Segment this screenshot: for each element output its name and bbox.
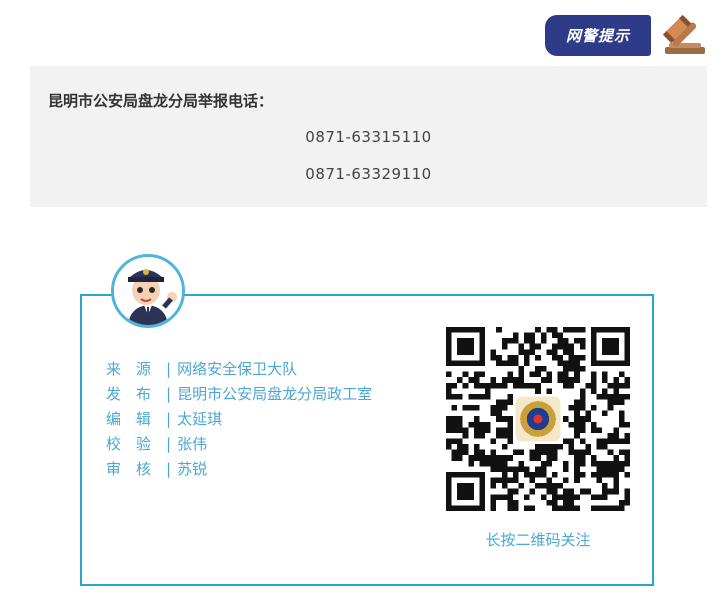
- credit-separator: |: [166, 359, 172, 378]
- report-title: 昆明市公安局盘龙分局举报电话：: [48, 92, 274, 110]
- qr-caption: 长按二维码关注: [485, 531, 591, 549]
- credits-list: 来 源 | 网络安全保卫大队 发 布 | 昆明市公安局盘龙分局政工室 编 辑 |…: [106, 356, 372, 481]
- alert-banner: 网警提示: [545, 15, 715, 57]
- credit-value: 昆明市公安局盘龙分局政工室: [177, 385, 373, 403]
- credit-label: 来 源: [106, 360, 152, 378]
- police-avatar-icon: [111, 254, 185, 328]
- credit-row: 校 验 | 张伟: [106, 431, 372, 456]
- credit-separator: |: [166, 459, 172, 478]
- credit-row: 审 核 | 苏锐: [106, 456, 372, 481]
- credit-value: 太延琪: [177, 410, 223, 428]
- credit-label: 校 验: [106, 435, 152, 453]
- credit-row: 发 布 | 昆明市公安局盘龙分局政工室: [106, 381, 372, 406]
- credit-value: 网络安全保卫大队: [177, 360, 298, 378]
- credit-value: 苏锐: [177, 460, 208, 478]
- banner-label: 网警提示: [545, 15, 651, 56]
- qr-code-icon[interactable]: [446, 327, 630, 511]
- credit-separator: |: [166, 434, 172, 453]
- credit-label: 编 辑: [106, 410, 152, 428]
- credit-separator: |: [166, 409, 172, 428]
- gavel-icon: [662, 15, 705, 54]
- credit-row: 来 源 | 网络安全保卫大队: [106, 356, 372, 381]
- credit-label: 审 核: [106, 460, 152, 478]
- credit-label: 发 布: [106, 385, 152, 403]
- credit-separator: |: [166, 384, 172, 403]
- phone-number[interactable]: 0871-63315110: [30, 128, 707, 146]
- phone-number[interactable]: 0871-63329110: [30, 165, 707, 183]
- credit-row: 编 辑 | 太延琪: [106, 406, 372, 431]
- report-hotline-box: 昆明市公安局盘龙分局举报电话： 0871-63315110 0871-63329…: [30, 66, 707, 207]
- credit-value: 张伟: [177, 435, 208, 453]
